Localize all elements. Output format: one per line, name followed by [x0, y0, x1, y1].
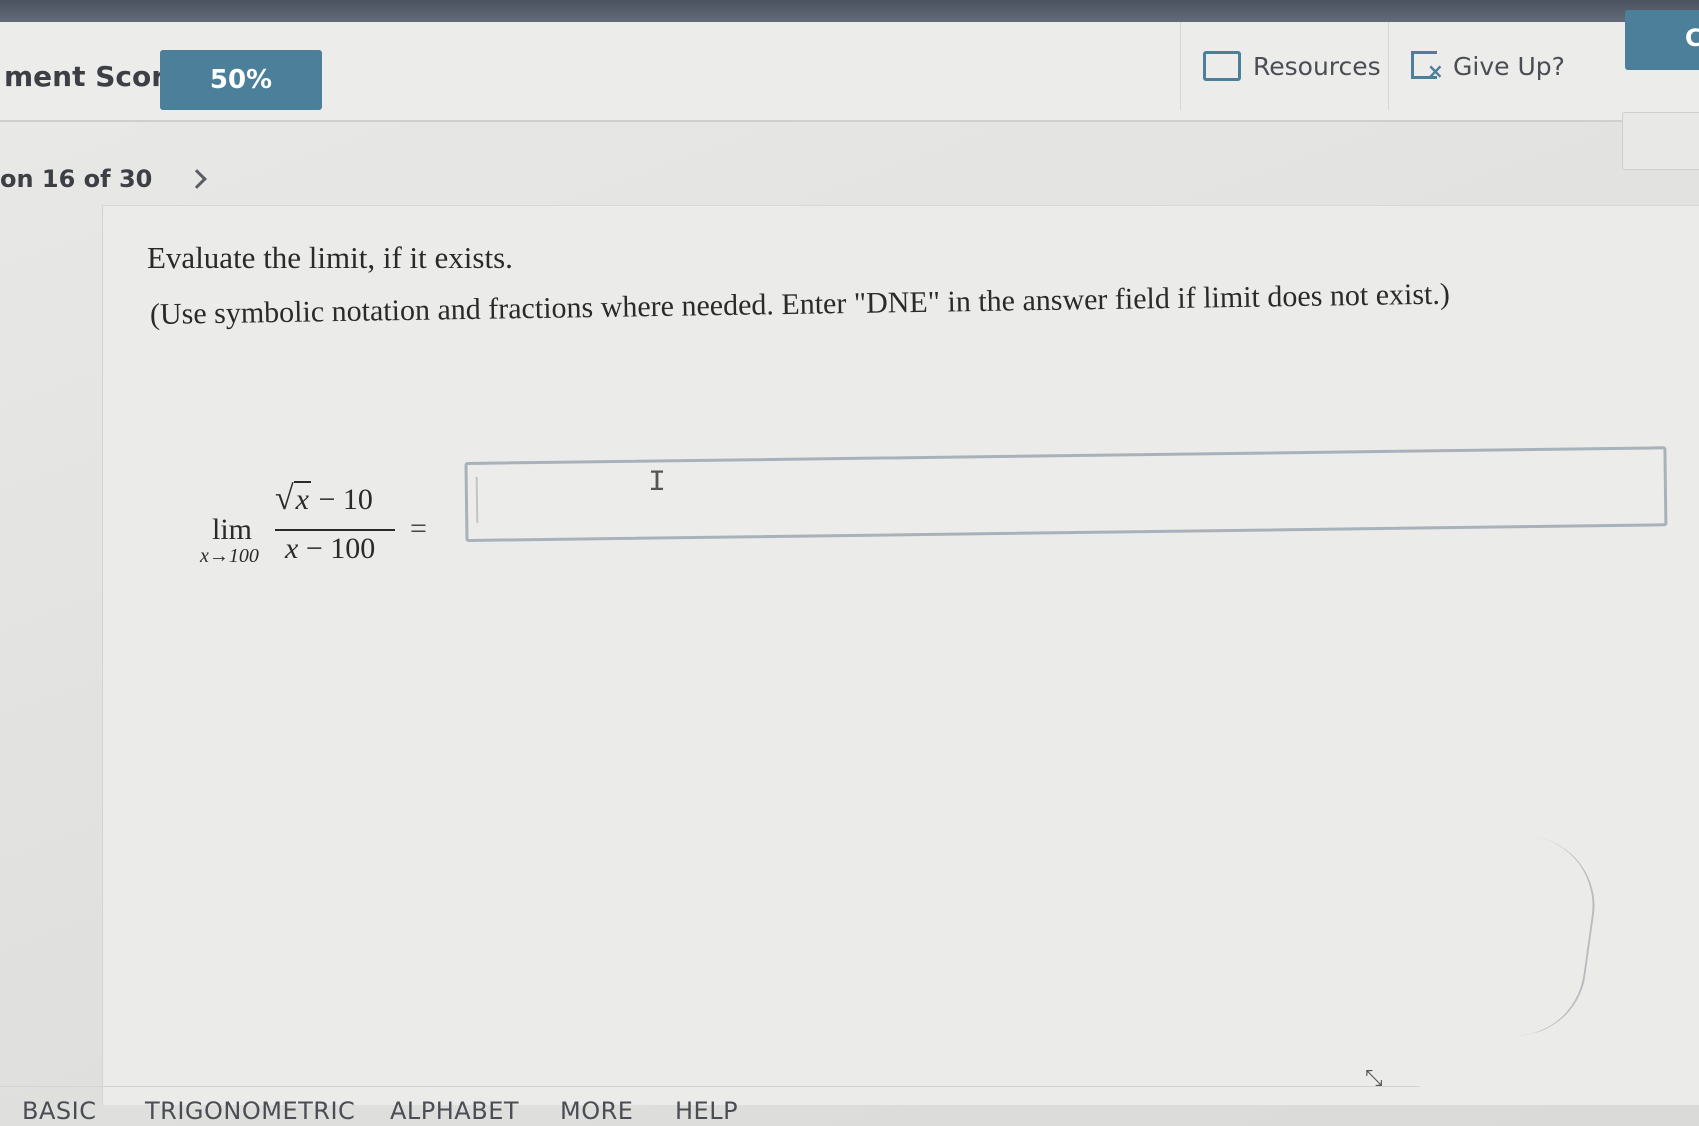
answer-input[interactable] — [464, 446, 1668, 542]
folder-icon — [1203, 51, 1241, 81]
tab-trigonometric[interactable]: TRIGONOMETRIC — [145, 1097, 355, 1125]
ibeam-cursor-icon: I — [648, 466, 667, 500]
fraction-numerator: √x − 10 — [275, 480, 373, 517]
collapse-icon[interactable]: ⤡ — [1365, 1066, 1383, 1091]
math-keyboard-tabs: BASIC TRIGONOMETRIC ALPHABET MORE HELP — [0, 1086, 1420, 1126]
question-nav: on 16 of 30 — [0, 165, 208, 193]
question-panel — [102, 205, 1699, 1105]
tab-basic[interactable]: BASIC — [22, 1097, 96, 1125]
give-up-label: Give Up? — [1453, 51, 1565, 81]
tab-more[interactable]: MORE — [560, 1097, 633, 1125]
fraction-denominator: x − 100 — [285, 532, 376, 565]
score-badge: 50% — [160, 50, 322, 110]
side-button[interactable] — [1622, 112, 1699, 170]
give-up-button[interactable]: × Give Up? — [1388, 22, 1598, 110]
tab-help[interactable]: HELP — [675, 1097, 738, 1125]
lim-operator: lim — [212, 513, 253, 546]
fraction-bar — [275, 529, 395, 531]
question-progress: on 16 of 30 — [0, 165, 153, 193]
screen: ment Score: 50% Resources × Give Up? Cl … — [0, 0, 1699, 1126]
give-up-icon: × — [1411, 51, 1444, 83]
resources-button[interactable]: Resources — [1180, 22, 1390, 110]
check-answer-button[interactable]: Cl — [1625, 10, 1699, 70]
lim-subscript: x→100 — [200, 545, 259, 567]
tab-alphabet[interactable]: ALPHABET — [390, 1097, 519, 1125]
sqrt-symbol: √x — [275, 480, 311, 517]
question-title: Evaluate the limit, if it exists. — [147, 240, 513, 275]
chevron-right-icon[interactable] — [187, 169, 208, 189]
equals-sign: = — [410, 512, 427, 545]
resources-label: Resources — [1253, 51, 1381, 81]
text-caret — [475, 476, 479, 523]
